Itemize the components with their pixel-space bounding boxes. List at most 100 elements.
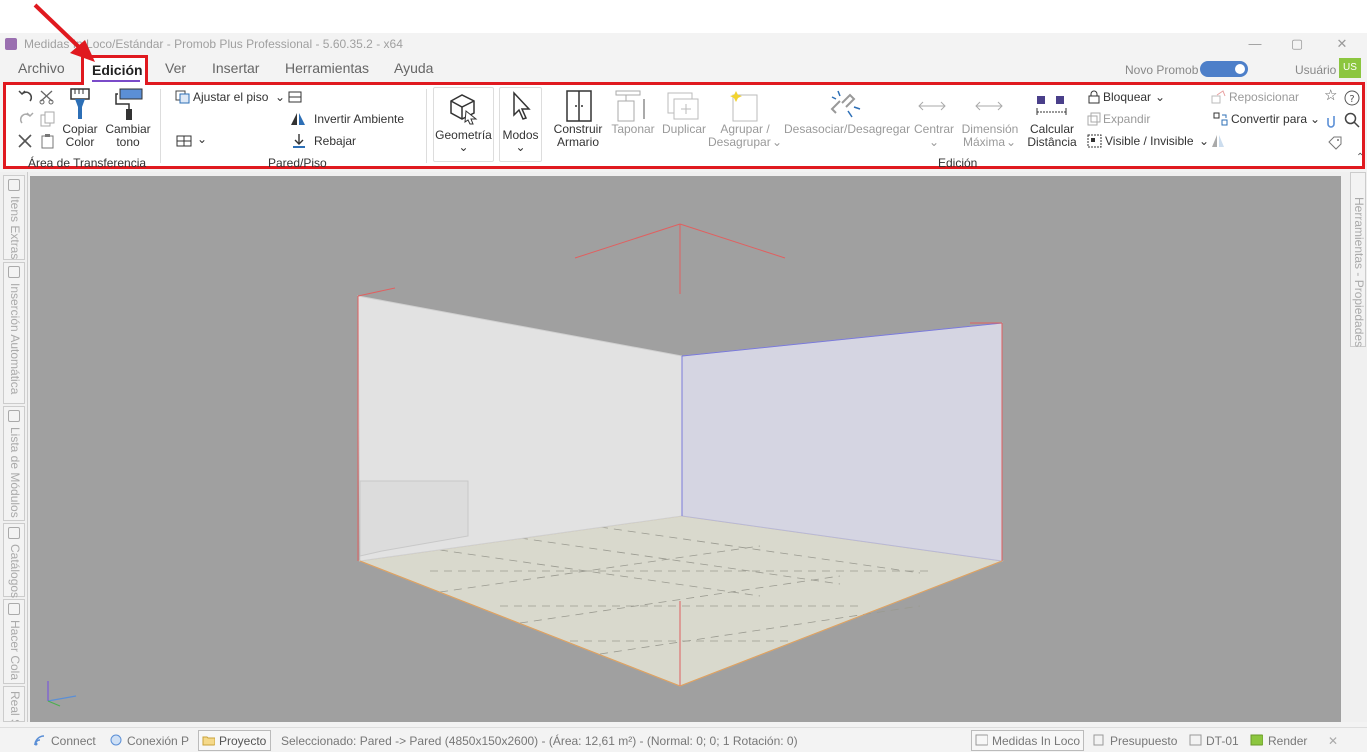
help-icon[interactable]: ? [1344,90,1360,106]
menu-archivo[interactable]: Archivo [18,60,65,76]
copiar-color-line2[interactable]: Color [62,136,98,149]
undo-icon[interactable] [16,89,36,105]
taponar-icon [615,90,645,122]
status-close-button[interactable]: ✕ [1328,734,1338,748]
calcular-distancia-icon [1036,96,1067,115]
duplicar-button[interactable]: Duplicar [658,123,710,136]
tab-hacer-cola[interactable]: Hacer Cola [3,599,25,684]
presupuesto-icon [1093,734,1104,746]
menu-herramientas[interactable]: Herramientas [285,60,369,76]
calcular-distancia-line2[interactable]: Distância [1024,136,1080,149]
visible-invisible-chevron-icon[interactable]: ⌄ [1199,135,1209,148]
tab-lista-modulos-label: Lista de Módulos [8,427,22,518]
delete-icon[interactable] [17,133,33,149]
tab-real-scene[interactable]: Real Scene [3,686,25,722]
room-3d-scene[interactable] [30,176,1341,722]
tab-catalogos-label: Catálogos [8,544,22,599]
convertir-para-chevron-icon[interactable]: ⌄ [1310,113,1320,126]
catalogos-icon [8,527,20,539]
tab-herramientas-propiedades-label: Herramientas - Propiedades [1352,197,1366,348]
reposicionar-button[interactable]: Reposicionar [1229,91,1299,104]
presupuesto-button[interactable]: Presupuesto [1110,734,1177,748]
construir-armario-line2[interactable]: Armario [550,136,606,149]
collapse-ribbon-icon[interactable]: ⌃ [1356,151,1364,164]
ribbon-separator [160,89,161,163]
connect-button[interactable]: Connect [51,734,96,748]
ribbon-edicion: Copiar Color Cambiar tono Área de Transf… [3,82,1365,170]
taponar-button[interactable]: Taponar [609,123,657,136]
app-window: Medidas In Loco/Estándar - Promob Plus P… [0,33,1367,752]
close-button[interactable]: ✕ [1322,34,1362,54]
proyecto-label: Proyecto [219,734,267,748]
tab-insercion-automatica-label: Inserción Automática [8,283,22,395]
mirror-icon[interactable] [1210,134,1226,148]
menu-ver[interactable]: Ver [165,60,186,76]
desasociar-button[interactable]: Desasociar/Desagregar [784,123,910,136]
novo-promob-toggle[interactable] [1200,61,1248,77]
visible-invisible-button[interactable]: Visible / Invisible [1105,135,1194,148]
insercion-automatica-icon [8,266,20,278]
tab-hacer-cola-label: Hacer Cola [8,620,22,681]
paste-icon[interactable] [39,133,57,149]
tag-icon[interactable] [1326,134,1344,150]
conexion-button[interactable]: Conexión P [127,734,189,748]
user-avatar[interactable]: US [1339,58,1361,78]
convertir-para-button[interactable]: Convertir para [1231,113,1307,126]
redo-icon[interactable] [16,111,36,127]
dt01-button[interactable]: DT-01 [1206,734,1239,748]
menu-edicion[interactable]: Edición [81,55,148,85]
axis-top-right [679,223,786,259]
right-side-panel: Herramientas - Propiedades [1343,172,1367,722]
folder-icon [202,736,215,746]
floor-grid-icon[interactable] [175,134,193,148]
floor-grid-dropdown-chevron-icon[interactable]: ⌄ [197,133,207,146]
invertir-ambiente-icon [291,113,305,125]
bloquear-button[interactable]: Bloquear [1103,91,1151,104]
3d-viewport[interactable] [30,176,1341,722]
centrar-chevron-icon[interactable]: ⌄ [910,136,958,149]
centrar-icon [918,101,946,111]
attachment-icon[interactable] [1326,113,1338,129]
wall-align-icon[interactable] [287,90,303,104]
construir-armario-icon [566,90,592,122]
agrupar-line2[interactable]: Desagrupar [708,136,771,149]
search-icon[interactable] [1344,112,1360,128]
ribbon-separator [426,89,427,163]
copy-icon[interactable] [39,111,57,127]
rebajar-button[interactable]: Rebajar [314,135,356,148]
invertir-ambiente-button[interactable]: Invertir Ambiente [314,113,404,126]
modos-chevron-icon: ⌄ [515,140,526,154]
menu-ayuda[interactable]: Ayuda [394,60,433,76]
tab-insercion-automatica[interactable]: Inserción Automática [3,262,25,404]
tab-lista-modulos[interactable]: Lista de Módulos [3,406,25,521]
duplicar-icon [667,92,699,120]
cursor-arrow-icon [513,91,531,120]
group-label-edicion: Edición [938,156,978,170]
tab-items-extras[interactable]: Itens Extras [3,175,25,260]
expandir-button[interactable]: Expandir [1103,113,1150,126]
tab-catalogos[interactable]: Catálogos [3,523,25,599]
dt01-icon [1189,734,1202,746]
left-side-panel: Itens Extras Inserción Automática Lista … [0,172,28,722]
bloquear-chevron-icon[interactable]: ⌄ [1155,91,1165,104]
tab-herramientas-propiedades[interactable]: Herramientas - Propiedades [1350,172,1366,347]
promob-logo-icon [5,38,17,50]
ajustar-piso-dropdown-chevron-icon[interactable]: ⌄ [275,91,285,104]
dimension-maxima-chevron-icon[interactable]: ⌄ [1006,136,1016,149]
minimize-button[interactable]: — [1235,34,1275,54]
ajustar-piso-button[interactable]: Ajustar el piso [193,91,268,104]
lock-icon [1088,90,1100,104]
maximize-button[interactable]: ▢ [1277,34,1317,54]
render-button[interactable]: Render [1268,734,1307,748]
tab-items-extras-label: Itens Extras [8,196,22,260]
star-icon[interactable]: ☆ [1324,88,1337,103]
cut-icon[interactable] [38,89,56,105]
axis-left-corner [357,287,396,297]
dimension-maxima-line2[interactable]: Máxima [963,136,1005,149]
reposicionar-icon [1211,90,1226,104]
tab-real-scene-label: Real Scene [8,691,22,721]
cambiar-tono-line2[interactable]: tono [104,136,152,149]
menu-insertar[interactable]: Insertar [212,60,259,76]
rebajar-icon [293,134,305,148]
agrupar-chevron-icon[interactable]: ⌄ [772,136,782,149]
